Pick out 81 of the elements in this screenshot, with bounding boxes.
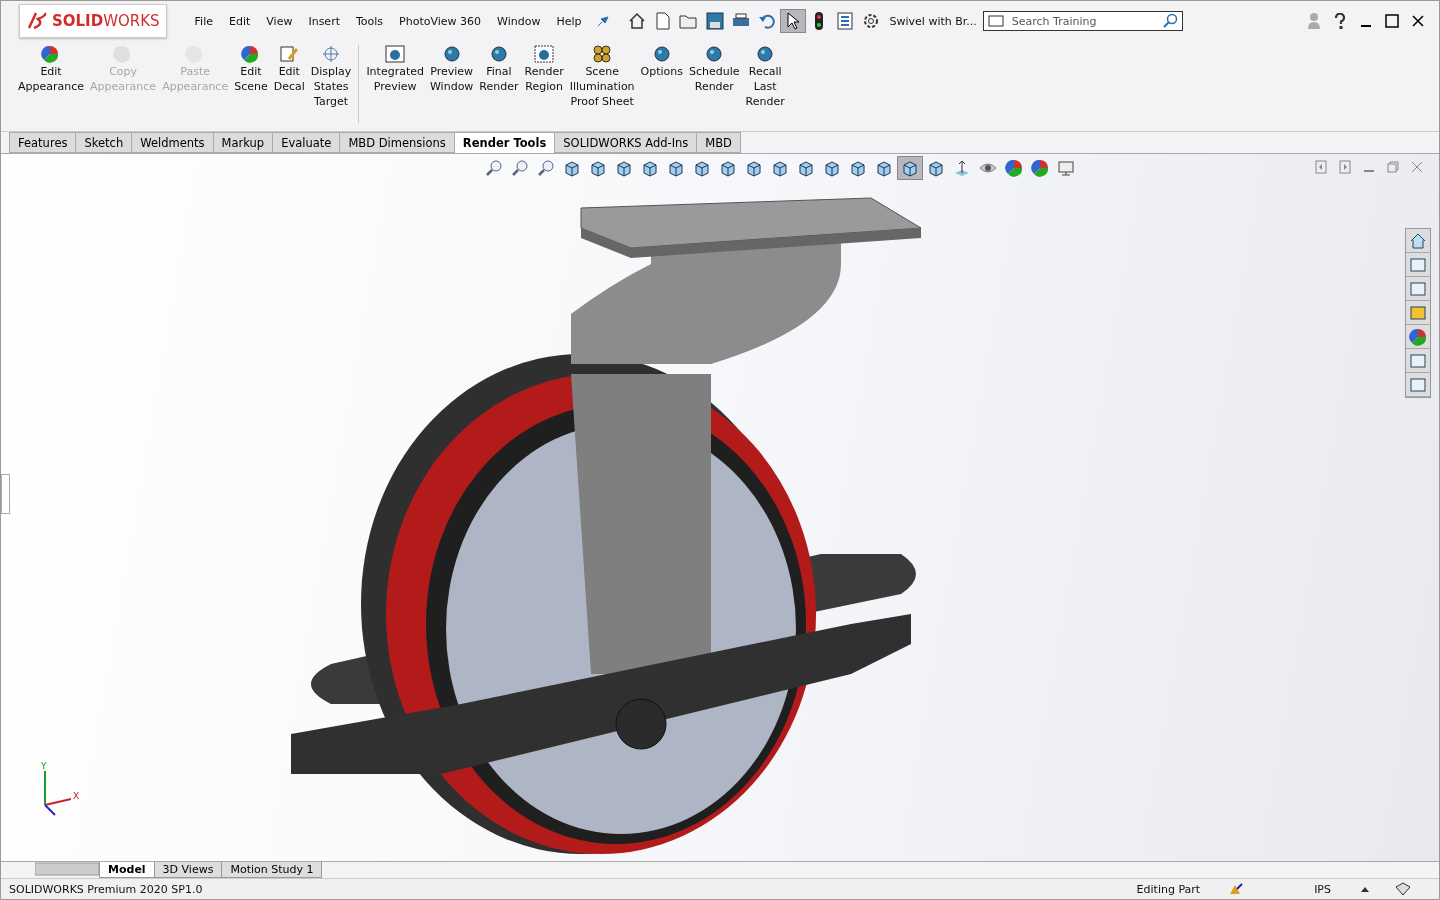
cube-icon bbox=[849, 159, 867, 177]
menu-item[interactable]: Tools bbox=[348, 14, 392, 28]
command-tab[interactable]: Render Tools bbox=[453, 132, 556, 153]
ribbon-command[interactable]: Edit Decal bbox=[270, 45, 308, 93]
menu-item[interactable]: PhotoView 360 bbox=[391, 14, 490, 28]
status-mode: Editing Part bbox=[1136, 882, 1201, 896]
search-field[interactable]: Search Training bbox=[1009, 13, 1156, 29]
menu-item[interactable]: Insert bbox=[300, 14, 348, 28]
cube-icon bbox=[615, 159, 633, 177]
cube-icon bbox=[875, 159, 893, 177]
ribbon-command[interactable]: Final Render bbox=[476, 45, 522, 93]
zoom-icon bbox=[485, 159, 503, 177]
search-field[interactable]: Search Training bbox=[982, 11, 1183, 31]
cube-icon bbox=[719, 159, 737, 177]
logo-text: SOLIDWORKS bbox=[52, 12, 160, 30]
sphere-icon bbox=[755, 45, 776, 63]
sphere-icon bbox=[651, 45, 672, 63]
ribbon-command[interactable]: Edit Scene bbox=[231, 45, 271, 93]
logo-icon bbox=[26, 10, 48, 32]
command-tab[interactable]: Features bbox=[9, 132, 77, 153]
cube-icon bbox=[771, 159, 789, 177]
rebuild-icon[interactable] bbox=[1228, 882, 1245, 896]
units-label[interactable]: IPS bbox=[1314, 882, 1331, 896]
cube-icon bbox=[667, 159, 685, 177]
panel-right-icon[interactable] bbox=[1339, 160, 1351, 174]
cube-icon bbox=[901, 159, 919, 177]
menu-item[interactable]: File bbox=[186, 14, 221, 28]
sphere-grid-icon bbox=[592, 45, 613, 63]
bottom-tab[interactable]: 3D Views bbox=[153, 862, 223, 878]
command-tab[interactable]: Markup bbox=[212, 132, 274, 153]
menu-item[interactable]: Edit bbox=[221, 14, 259, 28]
document-title: Swivel with Br... bbox=[889, 14, 977, 28]
ribbon-command[interactable]: Render Region bbox=[521, 45, 567, 93]
sphere-icon bbox=[704, 45, 725, 63]
cube-icon bbox=[823, 159, 841, 177]
cube-icon bbox=[563, 159, 581, 177]
cube-icon bbox=[797, 159, 815, 177]
command-tab[interactable]: MBD Dimensions bbox=[339, 132, 455, 153]
normal-plane-icon bbox=[953, 159, 971, 177]
cube-icon bbox=[745, 159, 763, 177]
bottom-tab[interactable]: Motion Study 1 bbox=[221, 862, 323, 878]
monitor-icon bbox=[1057, 159, 1075, 177]
side-panel-handle[interactable] bbox=[1, 474, 10, 514]
target-icon bbox=[322, 45, 341, 63]
ribbon-command[interactable]: Preview Window bbox=[427, 45, 477, 93]
command-tab[interactable]: Sketch bbox=[75, 132, 133, 153]
cube-icon bbox=[927, 159, 945, 177]
ribbon-command[interactable]: Integrated Preview bbox=[363, 45, 427, 93]
menu-item[interactable]: Window bbox=[489, 14, 549, 28]
axis-label: X bbox=[73, 791, 80, 801]
status-text: SOLIDWORKS Premium 2020 SP1.0 bbox=[9, 882, 203, 896]
command-tab[interactable]: SOLIDWORKS Add-Ins bbox=[554, 132, 698, 153]
decal-icon bbox=[279, 45, 300, 63]
view-tool[interactable] bbox=[897, 156, 923, 180]
sphere-icon bbox=[1031, 159, 1049, 177]
bottom-tab[interactable]: Model bbox=[99, 862, 155, 878]
ribbon-command[interactable]: Options bbox=[637, 45, 687, 78]
command-tab[interactable]: Evaluate bbox=[272, 132, 341, 153]
cube-icon bbox=[641, 159, 659, 177]
sphere-icon bbox=[488, 45, 509, 63]
command-tab[interactable]: Weldments bbox=[131, 132, 214, 153]
sphere-icon bbox=[1005, 159, 1023, 177]
sphere-icon bbox=[441, 45, 462, 63]
caret-up-icon[interactable] bbox=[1361, 886, 1369, 892]
select-cursor-icon[interactable] bbox=[779, 9, 806, 33]
ribbon-command[interactable]: Schedule Render bbox=[686, 45, 743, 93]
menu-item[interactable]: View bbox=[258, 14, 301, 28]
ribbon-command[interactable]: Display States Target bbox=[307, 45, 355, 108]
cube-icon bbox=[693, 159, 711, 177]
ribbon-command[interactable]: Edit Appearance bbox=[15, 45, 88, 93]
menu-item[interactable]: Help bbox=[548, 14, 590, 28]
cube-icon bbox=[589, 159, 607, 177]
search-icon[interactable] bbox=[1161, 13, 1178, 29]
panel-left-icon[interactable] bbox=[1315, 160, 1327, 174]
axis-label: Y bbox=[41, 761, 47, 771]
ribbon-command[interactable]: Recall Last Render bbox=[742, 45, 788, 108]
command-tab[interactable]: MBD bbox=[696, 132, 741, 153]
zoom-icon bbox=[537, 159, 555, 177]
ribbon-command[interactable]: Scene Illumination Proof Sheet bbox=[566, 45, 638, 108]
sphere-icon bbox=[240, 45, 261, 63]
zoom-icon bbox=[511, 159, 529, 177]
